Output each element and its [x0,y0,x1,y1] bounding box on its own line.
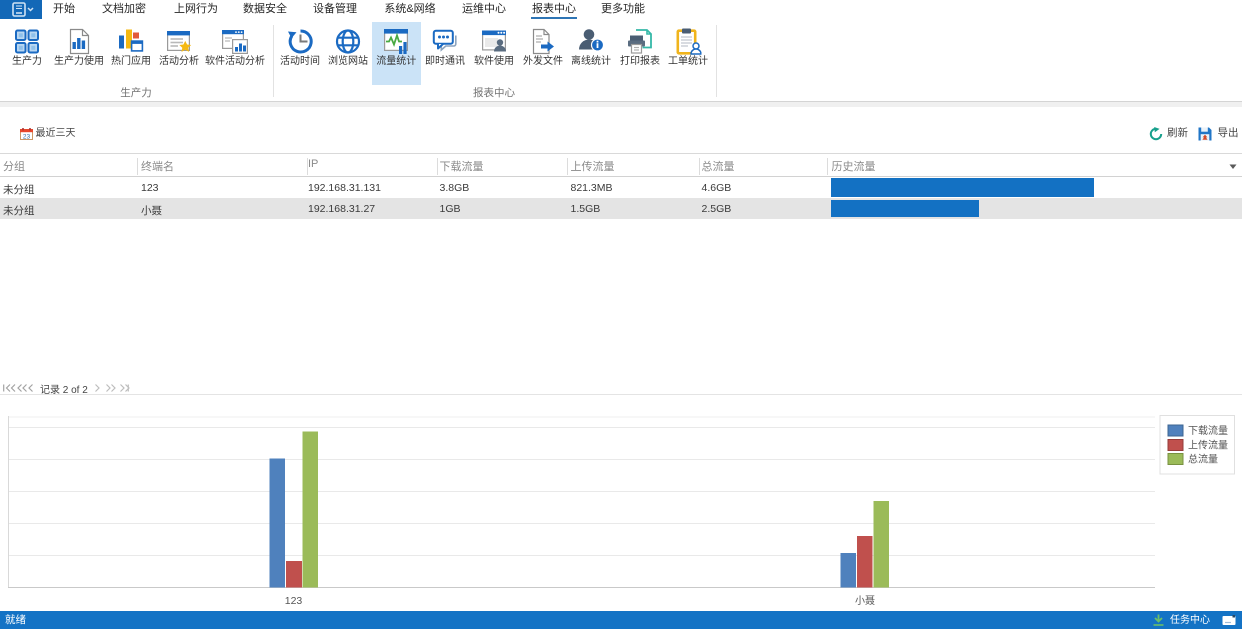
svg-text:上传流量: 上传流量 [1188,439,1228,452]
svg-text:下载流量: 下载流量 [1188,424,1228,437]
svg-text:总流量: 总流量 [1188,453,1218,466]
svg-text:23: 23 [23,133,31,140]
svg-text:小聂: 小聂 [855,595,875,607]
svg-text:123: 123 [285,595,303,607]
